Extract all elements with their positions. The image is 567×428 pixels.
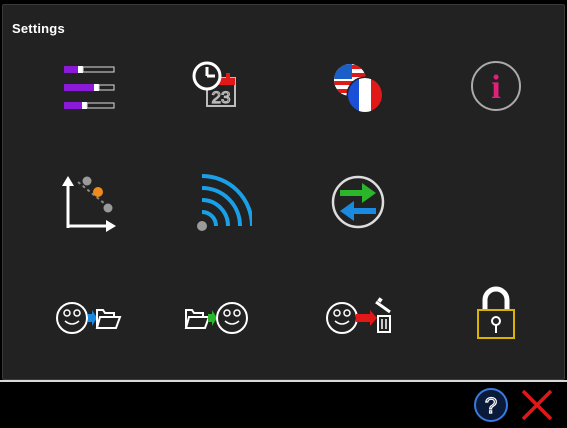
lock-button[interactable] [460,270,532,342]
levels-button[interactable] [50,50,122,122]
close-button[interactable] [518,386,556,424]
info-icon: i [471,61,521,111]
level-bars-icon [64,66,115,109]
settings-window: Settings 23 i ? [0,0,567,428]
padlock-icon [477,286,515,339]
footer-bar: ? [0,382,567,428]
info-glyph: i [491,69,500,106]
language-button[interactable] [320,50,392,122]
folder-to-smiley-icon [184,302,248,334]
sync-arrows-icon [331,175,385,229]
wireless-button[interactable] [180,160,252,232]
calibration-button[interactable] [50,160,122,232]
clock-calendar-icon: 23 [192,61,236,108]
date-time-button[interactable]: 23 [180,50,252,122]
sync-button[interactable] [320,160,392,232]
close-icon [521,389,553,421]
calibration-curve-icon [62,176,116,232]
help-glyph: ? [485,393,497,418]
delete-data-button[interactable] [320,270,392,342]
import-from-folder-button[interactable] [180,270,252,342]
info-button[interactable]: i [460,50,532,122]
smiley-to-folder-icon [56,302,122,334]
smiley-to-trash-icon [326,297,391,334]
help-button[interactable]: ? [472,386,510,424]
page-title: Settings [12,21,65,36]
flags-icon [334,64,384,114]
wifi-signal-icon [197,174,252,231]
export-to-folder-button[interactable] [50,270,122,342]
calendar-day: 23 [212,88,231,107]
help-icon: ? [474,388,508,422]
